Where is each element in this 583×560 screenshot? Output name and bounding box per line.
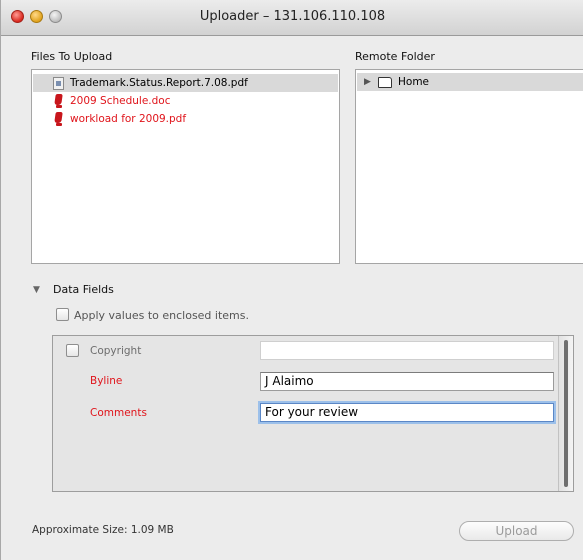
file-item-label: Trademark.Status.Report.7.08.pdf <box>70 77 248 89</box>
warning-icon <box>53 94 64 108</box>
file-item-workload-for-2009[interactable]: workload for 2009.pdf <box>33 110 338 128</box>
apply-values-label: Apply values to enclosed items. <box>74 309 249 322</box>
files-to-upload-label: Files To Upload <box>31 50 113 63</box>
folder-icon <box>378 76 392 88</box>
copyright-field[interactable] <box>260 341 554 360</box>
apply-values-checkbox[interactable] <box>56 308 69 321</box>
folder-item-home[interactable]: ▶ Home <box>357 73 583 91</box>
comments-label: Comments <box>90 407 147 419</box>
data-fields-scrollbar[interactable] <box>558 336 573 491</box>
byline-label: Byline <box>90 375 123 387</box>
copyright-checkbox[interactable] <box>66 344 79 357</box>
comments-field[interactable]: For your review <box>260 403 554 422</box>
disclosure-triangle-icon[interactable]: ▶ <box>364 77 374 87</box>
title-bar: Uploader – 131.106.110.108 <box>1 0 583 36</box>
uploader-window: Uploader – 131.106.110.108 Files To Uplo… <box>0 0 583 560</box>
warning-icon <box>53 112 64 126</box>
byline-field[interactable]: J Alaimo <box>260 372 554 391</box>
scrollbar-thumb[interactable] <box>564 340 568 487</box>
window-title: Uploader – 131.106.110.108 <box>199 9 386 24</box>
file-item-label: workload for 2009.pdf <box>70 113 187 125</box>
approximate-size-text: Approximate Size: 1.09 MB <box>32 524 174 536</box>
data-fields-label: Data Fields <box>53 283 114 296</box>
copyright-label: Copyright <box>90 345 142 357</box>
remote-folder-label: Remote Folder <box>355 50 435 63</box>
upload-button[interactable]: Upload <box>459 521 574 541</box>
file-item-label: 2009 Schedule.doc <box>70 95 171 107</box>
file-item-trademark-status-report[interactable]: Trademark.Status.Report.7.08.pdf <box>33 74 338 92</box>
file-item-2009-schedule[interactable]: 2009 Schedule.doc <box>33 92 338 110</box>
document-icon <box>53 76 64 90</box>
data-fields-panel: Copyright Byline J Alaimo Comments For y… <box>52 335 574 492</box>
files-to-upload-list[interactable]: Trademark.Status.Report.7.08.pdf 2009 Sc… <box>31 69 340 264</box>
remote-folder-tree[interactable]: ▶ Home <box>355 69 583 264</box>
folder-item-label: Home <box>398 76 430 88</box>
data-fields-disclosure-icon[interactable]: ▼ <box>33 285 40 295</box>
